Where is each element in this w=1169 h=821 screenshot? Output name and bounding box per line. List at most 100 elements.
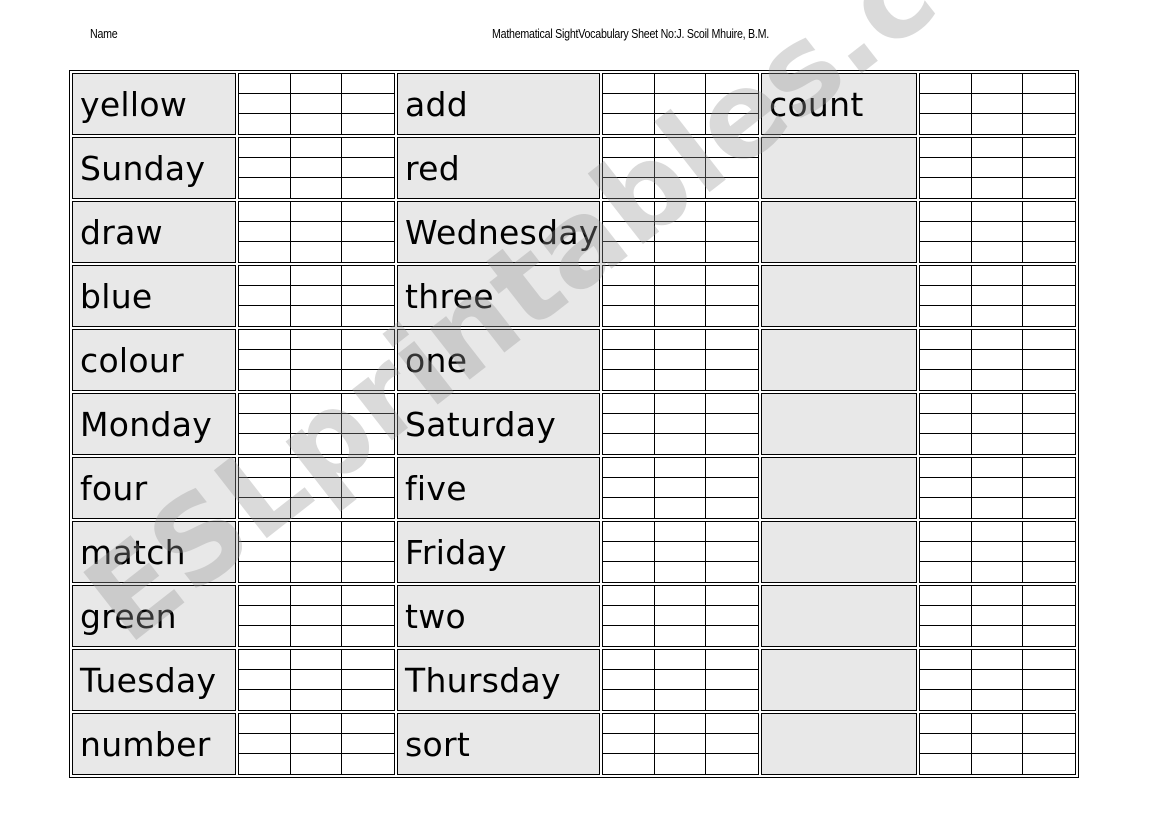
writing-cell bbox=[654, 222, 707, 242]
writing-cell bbox=[654, 542, 707, 562]
writing-cell bbox=[1023, 330, 1075, 350]
writing-practice-box[interactable] bbox=[919, 713, 1076, 775]
writing-cell bbox=[920, 542, 972, 562]
vocabulary-word: Saturday bbox=[397, 393, 600, 455]
writing-practice-box[interactable] bbox=[602, 649, 759, 711]
writing-practice-box[interactable] bbox=[238, 521, 395, 583]
vocabulary-word bbox=[761, 201, 917, 263]
writing-practice-box[interactable] bbox=[238, 457, 395, 519]
worksheet-row: number sort bbox=[72, 713, 1076, 775]
writing-cell bbox=[971, 650, 1024, 670]
writing-practice-box[interactable] bbox=[602, 201, 759, 263]
writing-practice-box[interactable] bbox=[238, 393, 395, 455]
writing-cell bbox=[920, 606, 972, 626]
writing-cell bbox=[972, 690, 1024, 710]
writing-cell bbox=[603, 434, 655, 454]
writing-practice-box[interactable] bbox=[602, 329, 759, 391]
writing-cell bbox=[239, 606, 291, 626]
writing-practice-box[interactable] bbox=[238, 201, 395, 263]
writing-cell bbox=[342, 542, 394, 562]
writing-cell bbox=[603, 370, 655, 390]
writing-cell bbox=[239, 714, 291, 734]
writing-cell bbox=[972, 754, 1024, 774]
writing-cell bbox=[603, 394, 655, 414]
writing-cell bbox=[655, 434, 707, 454]
worksheet-row: green two bbox=[72, 585, 1076, 647]
writing-cell bbox=[920, 562, 972, 582]
worksheet-row: four five bbox=[72, 457, 1076, 519]
writing-practice-box[interactable] bbox=[602, 73, 759, 135]
writing-practice-box[interactable] bbox=[919, 265, 1076, 327]
writing-cell bbox=[1023, 586, 1075, 606]
writing-cell bbox=[342, 586, 394, 606]
writing-cell bbox=[706, 286, 758, 306]
writing-cell bbox=[603, 586, 655, 606]
writing-cell bbox=[1023, 222, 1075, 242]
writing-cell bbox=[920, 626, 972, 646]
writing-practice-box[interactable] bbox=[919, 649, 1076, 711]
writing-practice-box[interactable] bbox=[919, 585, 1076, 647]
writing-practice-box[interactable] bbox=[238, 137, 395, 199]
writing-cell bbox=[706, 178, 758, 198]
writing-cell bbox=[1023, 74, 1075, 94]
writing-practice-box[interactable] bbox=[238, 649, 395, 711]
writing-practice-box[interactable] bbox=[238, 329, 395, 391]
writing-practice-box[interactable] bbox=[919, 201, 1076, 263]
vocabulary-word bbox=[761, 329, 917, 391]
writing-cell bbox=[706, 114, 758, 134]
writing-practice-box[interactable] bbox=[238, 713, 395, 775]
writing-cell bbox=[603, 626, 655, 646]
writing-practice-box[interactable] bbox=[602, 137, 759, 199]
writing-cell bbox=[239, 562, 291, 582]
writing-cell bbox=[290, 266, 343, 286]
writing-cell bbox=[239, 138, 291, 158]
writing-cell bbox=[920, 306, 972, 326]
writing-cell bbox=[342, 690, 394, 710]
writing-cell bbox=[972, 370, 1024, 390]
writing-cell bbox=[290, 714, 343, 734]
writing-practice-box[interactable] bbox=[602, 265, 759, 327]
writing-practice-box[interactable] bbox=[919, 73, 1076, 135]
writing-cell bbox=[654, 458, 707, 478]
writing-practice-box[interactable] bbox=[238, 265, 395, 327]
writing-cell bbox=[971, 586, 1024, 606]
writing-cell bbox=[342, 414, 394, 434]
writing-cell bbox=[290, 158, 343, 178]
writing-practice-box[interactable] bbox=[602, 393, 759, 455]
writing-cell bbox=[655, 754, 707, 774]
writing-practice-box[interactable] bbox=[919, 393, 1076, 455]
writing-practice-box[interactable] bbox=[919, 457, 1076, 519]
writing-practice-box[interactable] bbox=[238, 585, 395, 647]
writing-cell bbox=[342, 74, 394, 94]
writing-cell bbox=[290, 286, 343, 306]
writing-cell bbox=[1023, 350, 1075, 370]
writing-practice-box[interactable] bbox=[919, 329, 1076, 391]
writing-cell bbox=[655, 690, 707, 710]
writing-cell bbox=[239, 522, 291, 542]
writing-practice-box[interactable] bbox=[602, 457, 759, 519]
writing-cell bbox=[920, 650, 972, 670]
writing-cell bbox=[291, 306, 343, 326]
writing-cell bbox=[342, 138, 394, 158]
writing-cell bbox=[655, 306, 707, 326]
writing-cell bbox=[706, 242, 758, 262]
writing-practice-box[interactable] bbox=[602, 713, 759, 775]
writing-cell bbox=[239, 690, 291, 710]
writing-practice-box[interactable] bbox=[919, 137, 1076, 199]
writing-cell bbox=[603, 286, 655, 306]
vocabulary-word bbox=[761, 521, 917, 583]
writing-cell bbox=[290, 138, 343, 158]
writing-cell bbox=[706, 350, 758, 370]
writing-practice-box[interactable] bbox=[602, 585, 759, 647]
writing-cell bbox=[972, 178, 1024, 198]
writing-cell bbox=[706, 690, 758, 710]
writing-practice-box[interactable] bbox=[602, 521, 759, 583]
writing-cell bbox=[1023, 306, 1075, 326]
writing-practice-box[interactable] bbox=[238, 73, 395, 135]
vocabulary-word bbox=[761, 585, 917, 647]
writing-cell bbox=[1023, 94, 1075, 114]
writing-cell bbox=[342, 158, 394, 178]
writing-practice-box[interactable] bbox=[919, 521, 1076, 583]
writing-cell bbox=[239, 394, 291, 414]
writing-cell bbox=[1023, 690, 1075, 710]
